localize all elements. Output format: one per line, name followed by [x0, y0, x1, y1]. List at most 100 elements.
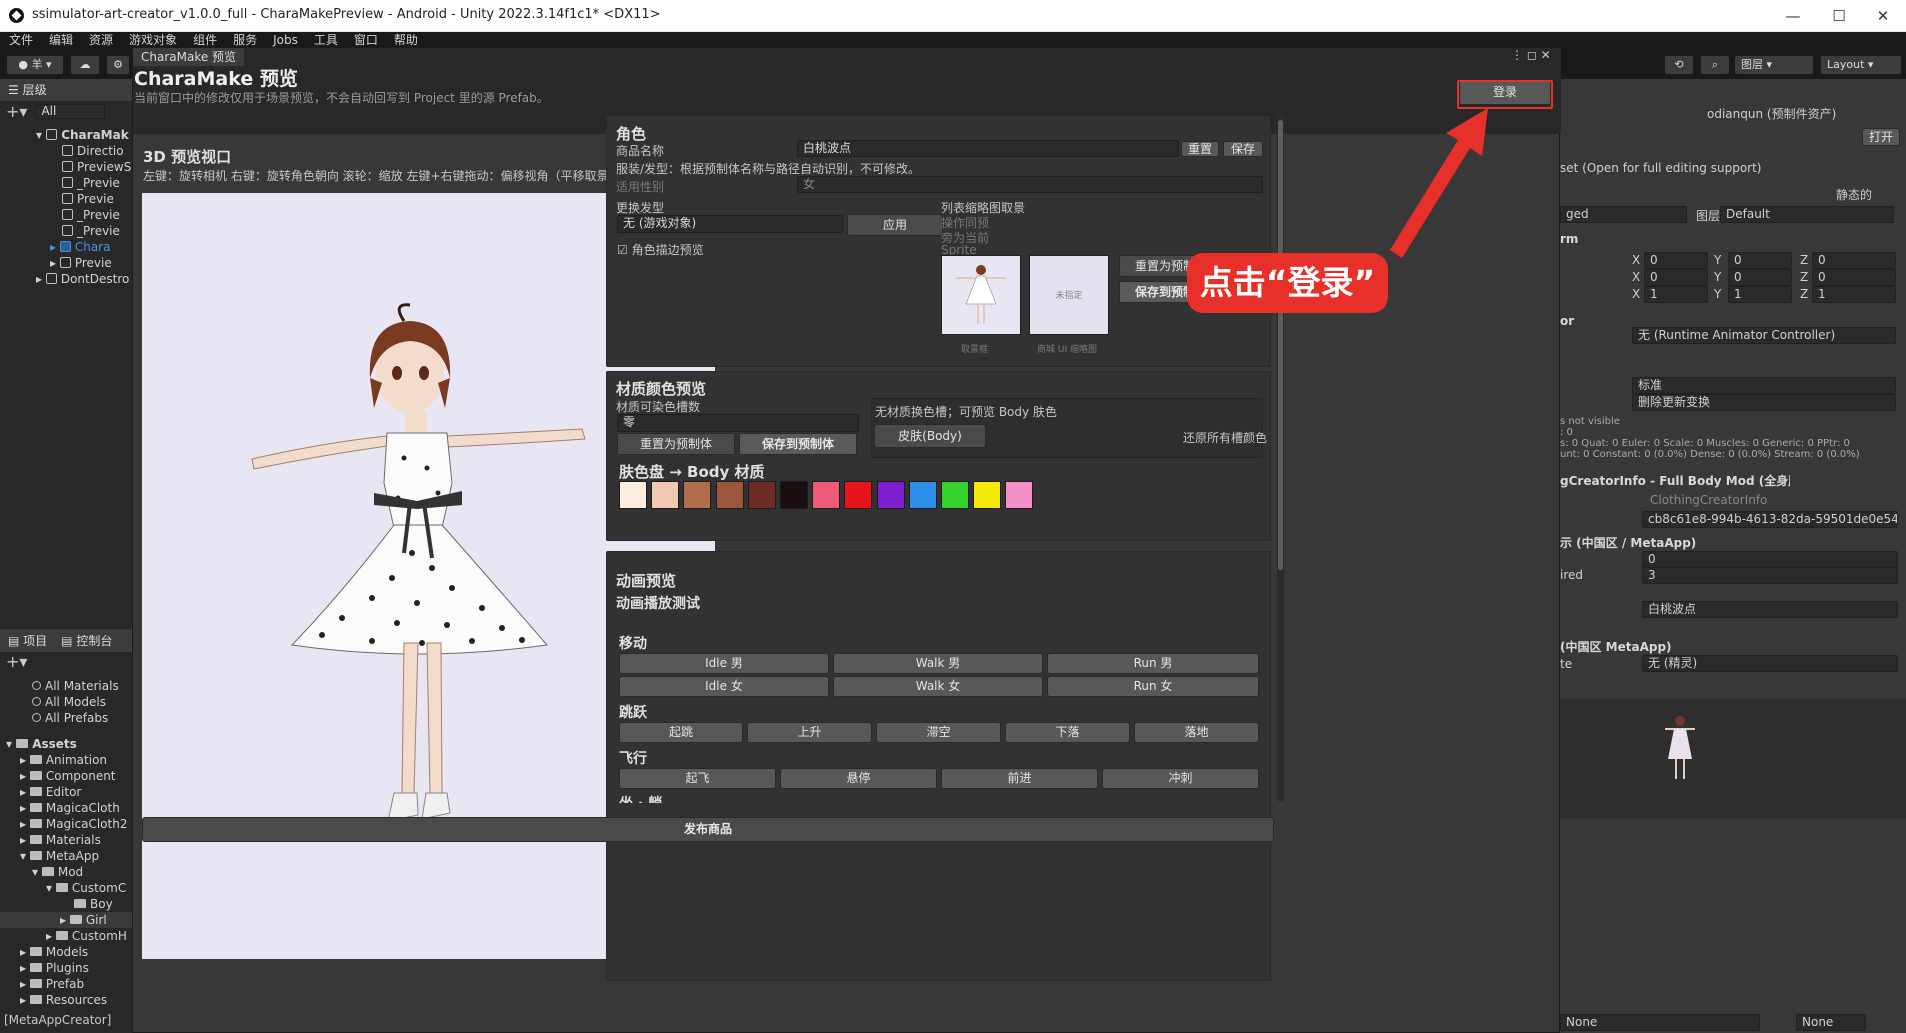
- open-button[interactable]: 打开: [1862, 128, 1900, 146]
- hierarchy-item-prefab[interactable]: ▸ Chara: [0, 239, 132, 255]
- skin-swatch[interactable]: [683, 481, 712, 509]
- publish-button[interactable]: 发布商品: [142, 817, 1274, 842]
- hierarchy-item[interactable]: PreviewS: [0, 159, 132, 175]
- close-window-button[interactable]: ✕: [1860, 0, 1906, 32]
- guid-field[interactable]: cb8c61e8-994b-4613-82da-59501de0e54: [1642, 511, 1898, 528]
- collab-icon[interactable]: ⚙: [106, 55, 130, 75]
- scrollbar-thumb[interactable]: [1278, 120, 1283, 570]
- thumb-frame[interactable]: [941, 255, 1021, 335]
- walk-female-button[interactable]: Walk 女: [833, 676, 1043, 697]
- favorite-item[interactable]: All Models: [0, 694, 132, 710]
- skin-swatch[interactable]: [876, 481, 905, 509]
- folder-item[interactable]: ▸ Plugins: [0, 960, 132, 976]
- minimize-button[interactable]: —: [1770, 0, 1816, 32]
- skin-swatch[interactable]: [619, 481, 647, 509]
- update-mode-dropdown[interactable]: 删除更新变换: [1632, 394, 1896, 411]
- menu-edit[interactable]: 编辑: [49, 32, 73, 49]
- material-reset-prefab-button[interactable]: 重置为预制体: [617, 433, 735, 455]
- maximize-icon[interactable]: ◻: [1527, 48, 1537, 62]
- run-male-button[interactable]: Run 男: [1047, 653, 1259, 674]
- run-female-button[interactable]: Run 女: [1047, 676, 1259, 697]
- reset-name-button[interactable]: 重置: [1181, 141, 1219, 157]
- skin-swatch[interactable]: [651, 481, 680, 509]
- skin-swatch[interactable]: [780, 481, 808, 509]
- material-save-prefab-button[interactable]: 保存到预制体: [739, 433, 857, 455]
- skin-swatch[interactable]: [941, 481, 969, 509]
- hair-object-field[interactable]: 无 (游戏对象): [617, 215, 843, 233]
- folder-item[interactable]: Boy: [0, 896, 132, 912]
- fly-sprint-button[interactable]: 冲刺: [1102, 768, 1259, 789]
- tab-console[interactable]: ▤ 控制台: [61, 630, 112, 652]
- folder-item[interactable]: ▸ Materials: [0, 832, 132, 848]
- transform-header[interactable]: rm: [1560, 229, 1578, 249]
- fly-takeoff-button[interactable]: 起飞: [619, 768, 776, 789]
- walk-male-button[interactable]: Walk 男: [833, 653, 1043, 674]
- folder-item[interactable]: ▸ MagicaCloth: [0, 800, 132, 816]
- folder-item[interactable]: ▸ CustomH: [0, 928, 132, 944]
- hierarchy-item[interactable]: ▸ Previe: [0, 255, 132, 271]
- tag-dropdown[interactable]: ged: [1560, 206, 1687, 223]
- hierarchy-item[interactable]: _Previe: [0, 207, 132, 223]
- folder-item[interactable]: ▾ CustomC: [0, 880, 132, 896]
- pos-z-field[interactable]: 0: [1812, 252, 1896, 269]
- cloud-icon[interactable]: ☁: [70, 55, 100, 75]
- jump-hang-button[interactable]: 滞空: [876, 722, 1001, 743]
- search-icon[interactable]: ⌕: [1700, 55, 1730, 75]
- folder-item-selected[interactable]: ▸ Girl: [0, 912, 132, 928]
- folder-item[interactable]: ▸ Animation: [0, 752, 132, 768]
- bottom-right-dropdown[interactable]: None: [1796, 1014, 1866, 1031]
- pos-x-field[interactable]: 0: [1644, 252, 1708, 269]
- product-name-input[interactable]: 白桃波点: [797, 140, 1179, 157]
- fly-forward-button[interactable]: 前进: [941, 768, 1098, 789]
- skin-swatch[interactable]: [1005, 481, 1034, 509]
- folder-item[interactable]: ▸ Models: [0, 944, 132, 960]
- name-field[interactable]: 白桃波点: [1642, 601, 1898, 618]
- maximize-button[interactable]: ☐: [1816, 0, 1862, 32]
- favorite-item[interactable]: All Materials: [0, 678, 132, 694]
- controller-field[interactable]: 无 (Runtime Animator Controller): [1632, 327, 1896, 344]
- history-icon[interactable]: ⟲: [1664, 55, 1694, 75]
- animator-header[interactable]: or: [1560, 311, 1574, 331]
- jump-start-button[interactable]: 起跳: [619, 722, 743, 743]
- hierarchy-item[interactable]: Previe: [0, 191, 132, 207]
- save-name-button[interactable]: 保存: [1223, 141, 1263, 157]
- layers-dropdown[interactable]: 图层 ▾: [1734, 55, 1814, 75]
- folder-item[interactable]: ▸ Editor: [0, 784, 132, 800]
- folder-item[interactable]: ▸ Component: [0, 768, 132, 784]
- pos-y-field[interactable]: 0: [1728, 252, 1792, 269]
- scale-y-field[interactable]: 1: [1728, 286, 1792, 303]
- skin-swatch[interactable]: [973, 481, 1002, 509]
- culling-dropdown[interactable]: 标准: [1632, 377, 1896, 394]
- value-field-0[interactable]: 0: [1642, 551, 1898, 568]
- favorite-item[interactable]: All Prefabs: [0, 710, 132, 726]
- skin-swatch[interactable]: [844, 481, 873, 509]
- more-options-icon[interactable]: ⋮: [1511, 48, 1523, 62]
- hierarchy-item[interactable]: ▸ DontDestro: [0, 271, 132, 287]
- skin-swatch[interactable]: [747, 481, 776, 509]
- jump-land-button[interactable]: 落地: [1134, 722, 1259, 743]
- material-slots-dropdown[interactable]: 零: [617, 414, 859, 432]
- layer-dropdown[interactable]: Default: [1720, 206, 1894, 223]
- folder-item[interactable]: ▸ Prefab: [0, 976, 132, 992]
- sprite-field[interactable]: 无 (精灵): [1642, 655, 1898, 672]
- folder-item[interactable]: ▾ Mod: [0, 864, 132, 880]
- scale-x-field[interactable]: 1: [1644, 286, 1708, 303]
- rot-y-field[interactable]: 0: [1728, 269, 1792, 286]
- skin-swatch[interactable]: [812, 481, 841, 509]
- idle-female-button[interactable]: Idle 女: [619, 676, 829, 697]
- static-label[interactable]: 静态的: [1836, 186, 1872, 203]
- folder-item[interactable]: ▸ Resources: [0, 992, 132, 1008]
- restore-all-colors-button[interactable]: 还原所有槽颜色: [1183, 429, 1267, 446]
- assets-root[interactable]: ▾ Assets: [0, 736, 132, 752]
- bottom-left-dropdown[interactable]: None: [1560, 1014, 1760, 1031]
- mall-thumbnail-slot[interactable]: 未指定: [1029, 255, 1109, 335]
- add-icon[interactable]: +▾: [6, 102, 27, 121]
- menu-file[interactable]: 文件: [9, 32, 33, 49]
- jump-fall-button[interactable]: 下落: [1005, 722, 1130, 743]
- rot-x-field[interactable]: 0: [1644, 269, 1708, 286]
- jump-rise-button[interactable]: 上升: [747, 722, 872, 743]
- idle-male-button[interactable]: Idle 男: [619, 653, 829, 674]
- hierarchy-tab[interactable]: ☰ 层级: [0, 79, 132, 101]
- value-field-3[interactable]: 3: [1642, 567, 1898, 584]
- hierarchy-item[interactable]: _Previe: [0, 223, 132, 239]
